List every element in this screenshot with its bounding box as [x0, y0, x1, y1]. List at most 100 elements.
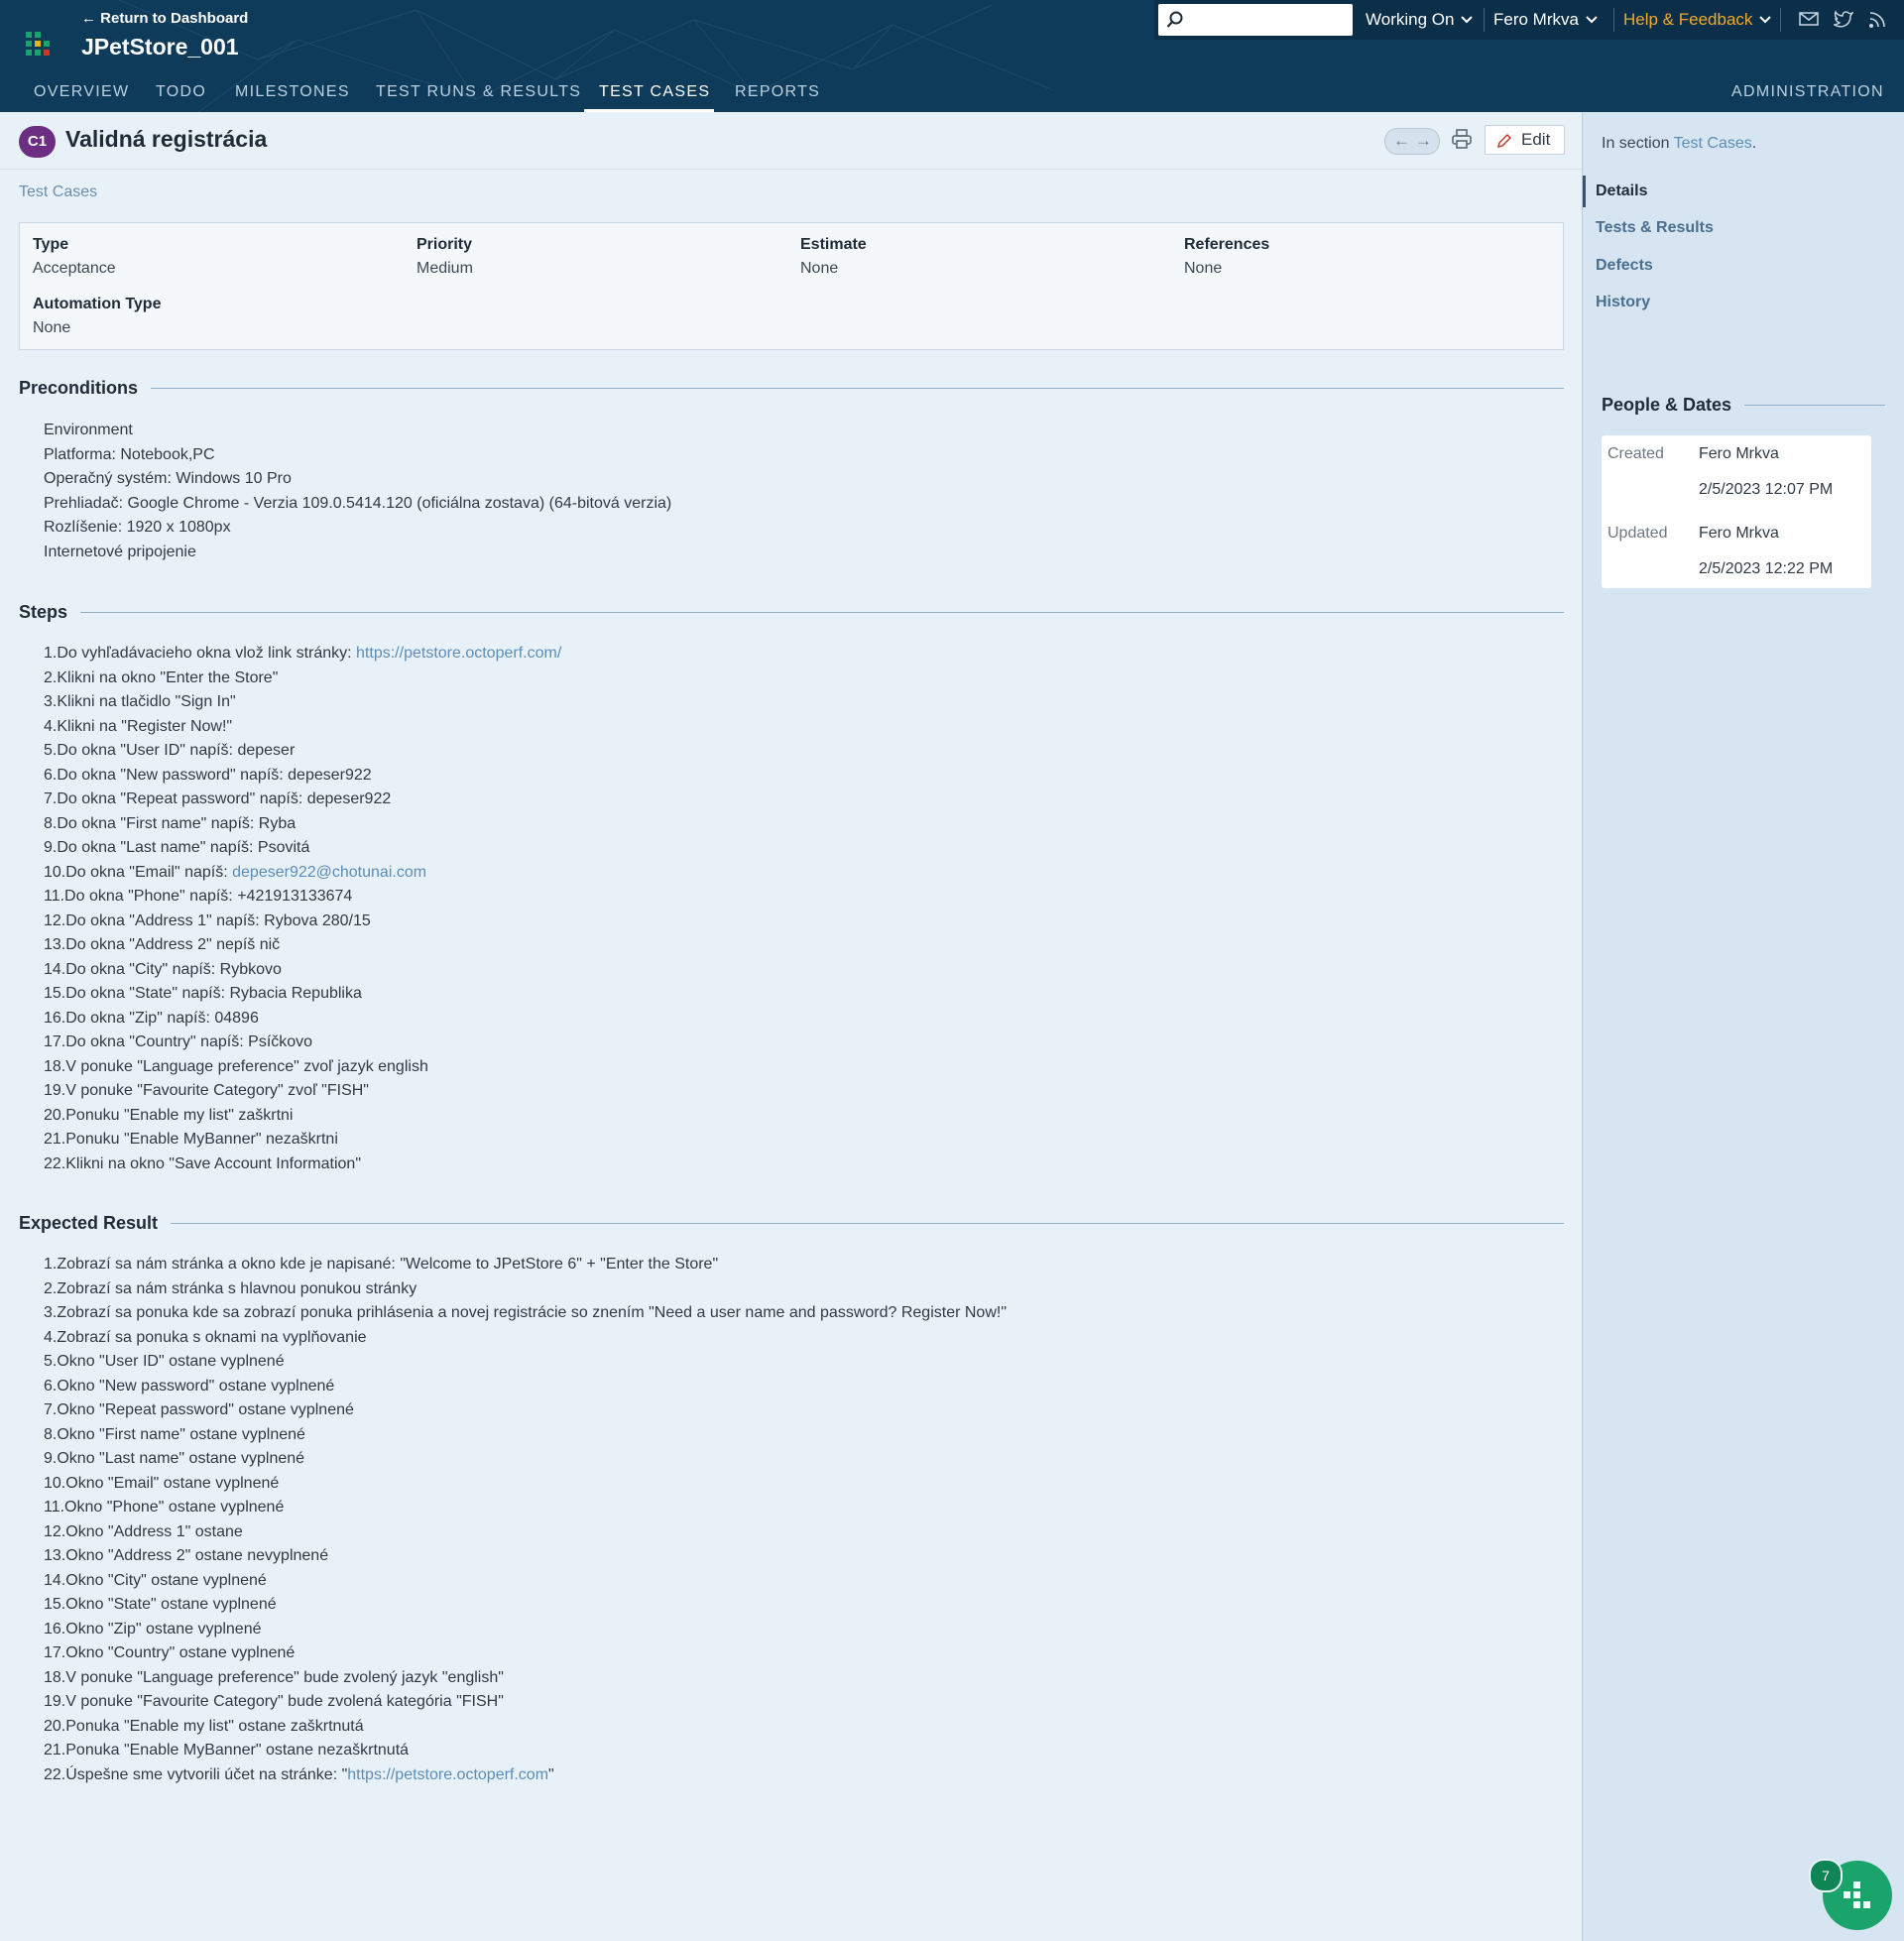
result-line: 10.Okno "Email" ostane vyplnené [44, 1474, 280, 1492]
people-dates-header: People & Dates [1602, 395, 1885, 416]
chevron-down-icon [1461, 16, 1474, 24]
tab-milestones[interactable]: MILESTONES [235, 83, 350, 101]
step-line: 21.Ponuku "Enable MyBanner" nezaškrtni [44, 1131, 338, 1148]
user-menu[interactable]: Fero Mrkva [1493, 10, 1598, 30]
prev-next-arrows: ← → [1384, 128, 1440, 155]
step-line: 22.Klikni na okno "Save Account Informat… [44, 1154, 361, 1172]
result-line: 16.Okno "Zip" ostane vyplnené [44, 1620, 262, 1638]
result-line: 20.Ponuka "Enable my list" ostane zaškrt… [44, 1717, 364, 1735]
page-title: Validná registrácia [65, 126, 268, 152]
field-label: Priority [416, 236, 473, 253]
step-line: 6.Do okna "New password" napíš: depeser9… [44, 766, 372, 784]
tab-todo[interactable]: TODO [156, 83, 206, 101]
rss-icon[interactable] [1868, 9, 1888, 29]
result-line: 3.Zobrazí sa ponuka kde sa zobrazí ponuk… [44, 1304, 1007, 1321]
case-fields: Type Acceptance Priority Medium Estimate… [19, 222, 1564, 350]
tab-overview[interactable]: OVERVIEW [34, 83, 129, 101]
step-line: 7.Do okna "Repeat password" napíš: depes… [44, 790, 392, 807]
step-line: 10.Do okna "Email" napíš: depeser922@cho… [44, 861, 561, 886]
sidebar-item-defects[interactable]: Defects [1596, 257, 1653, 275]
result-line: 1.Zobrazí sa nám stránka a okno kde je n… [44, 1256, 719, 1273]
field-label: Automation Type [33, 296, 162, 312]
search-icon [1166, 11, 1183, 28]
result-text: " [548, 1765, 554, 1783]
case-title-bar: C1 Validná registrácia ← → Edit [0, 112, 1582, 170]
result-line: 8.Okno "First name" ostane vyplnené [44, 1425, 305, 1443]
tab-administration[interactable]: ADMINISTRATION [1731, 83, 1884, 101]
step-line: 13.Do okna "Address 2" nepíš nič [44, 936, 281, 953]
sidebar-item-details[interactable]: Details [1596, 182, 1647, 200]
field-value: None [33, 319, 71, 336]
result-line: 22.Úspešne sme vytvorili účet na stránke… [44, 1763, 1007, 1788]
tab-test-cases[interactable]: TEST CASES [599, 83, 710, 101]
field-value: Acceptance [33, 260, 116, 277]
breadcrumb[interactable]: Test Cases [19, 183, 97, 201]
step-line: 16.Do okna "Zip" napíš: 04896 [44, 1009, 259, 1027]
step-line: 3.Klikni na tlačidlo "Sign In" [44, 693, 236, 710]
notification-count-badge: 7 [1809, 1859, 1843, 1892]
field-estimate: Estimate None [800, 236, 867, 278]
print-icon[interactable] [1451, 128, 1473, 150]
grid-icon [1844, 1881, 1870, 1908]
petstore-link[interactable]: https://petstore.octoperf.com/ [356, 645, 561, 662]
field-automation-type: Automation Type None [33, 296, 161, 337]
preconditions-header: Preconditions [19, 378, 1564, 399]
chevron-down-icon [1759, 16, 1772, 24]
pencil-icon [1496, 133, 1512, 149]
result-line: 5.Okno "User ID" ostane vyplnené [44, 1353, 285, 1370]
return-to-dashboard-link[interactable]: ← Return to Dashboard [81, 10, 248, 27]
edit-button-label: Edit [1521, 130, 1551, 149]
in-section-suffix: . [1751, 135, 1757, 152]
app-logo[interactable] [26, 32, 50, 56]
step-line: 19.V ponuke "Favourite Category" zvoľ "F… [44, 1082, 369, 1099]
main-content: C1 Validná registrácia ← → Edit Test Cas… [0, 112, 1582, 1941]
email-link[interactable]: depeser922@chotunai.com [232, 864, 426, 881]
search-field[interactable] [1158, 4, 1353, 36]
field-type: Type Acceptance [33, 236, 116, 278]
result-line: 17.Okno "Country" ostane vyplnené [44, 1644, 296, 1661]
result-line: 19.V ponuke "Favourite Category" bude zv… [44, 1693, 504, 1710]
field-references: References None [1184, 236, 1269, 278]
petstore-link[interactable]: https://petstore.octoperf.com [347, 1766, 548, 1783]
text-line: Environment [44, 422, 133, 438]
step-line: 11.Do okna "Phone" napíš: +421913133674 [44, 888, 353, 905]
chevron-down-icon [1586, 16, 1598, 24]
section-divider [151, 388, 1564, 389]
working-on-menu[interactable]: Working On [1366, 10, 1474, 30]
section-title: People & Dates [1602, 395, 1732, 415]
result-line: 18.V ponuke "Language preference" bude z… [44, 1668, 504, 1686]
text-line: Prehliadač: Google Chrome - Verzia 109.0… [44, 494, 672, 512]
divider [1780, 8, 1781, 32]
step-line: 17.Do okna "Country" napíš: Psíčkovo [44, 1033, 313, 1050]
sidebar-item-history[interactable]: History [1596, 294, 1650, 311]
edit-button[interactable]: Edit [1485, 125, 1565, 155]
result-line: 21.Ponuka "Enable MyBanner" ostane nezaš… [44, 1742, 410, 1759]
step-line: 4.Klikni na "Register Now!" [44, 717, 233, 735]
in-section-prefix: In section [1602, 135, 1674, 152]
step-text: 10.Do okna "Email" napíš: [44, 863, 233, 881]
result-line: 12.Okno "Address 1" ostane [44, 1522, 243, 1540]
user-name: Fero Mrkva [1493, 10, 1579, 29]
step-line: 18.V ponuke "Language preference" zvoľ j… [44, 1057, 428, 1075]
working-on-label: Working On [1366, 10, 1455, 29]
section-title: Steps [19, 602, 68, 622]
mail-icon[interactable] [1799, 9, 1819, 29]
right-sidebar: In section Test Cases. Details Tests & R… [1582, 112, 1904, 1941]
field-label: Type [33, 236, 69, 253]
search-input[interactable] [1190, 8, 1348, 32]
twitter-icon[interactable] [1834, 9, 1853, 29]
result-line: 7.Okno "Repeat password" ostane vyplnené [44, 1401, 354, 1418]
updated-by: Fero Mrkva [1699, 525, 1779, 542]
tab-reports[interactable]: REPORTS [735, 83, 820, 101]
case-id-badge: C1 [19, 126, 56, 158]
tab-test-runs-results[interactable]: TEST RUNS & RESULTS [376, 83, 581, 101]
help-feedback-menu[interactable]: Help & Feedback [1623, 10, 1772, 30]
next-arrow-icon[interactable]: → [1415, 129, 1432, 153]
step-line: 9.Do okna "Last name" napíš: Psovitá [44, 839, 310, 856]
previous-arrow-icon[interactable]: ← [1393, 129, 1410, 153]
sidebar-item-tests-results[interactable]: Tests & Results [1596, 219, 1714, 237]
section-divider [171, 1223, 1564, 1224]
section-link[interactable]: Test Cases [1674, 135, 1752, 152]
help-feedback-label: Help & Feedback [1623, 10, 1753, 29]
section-title: Preconditions [19, 378, 139, 398]
